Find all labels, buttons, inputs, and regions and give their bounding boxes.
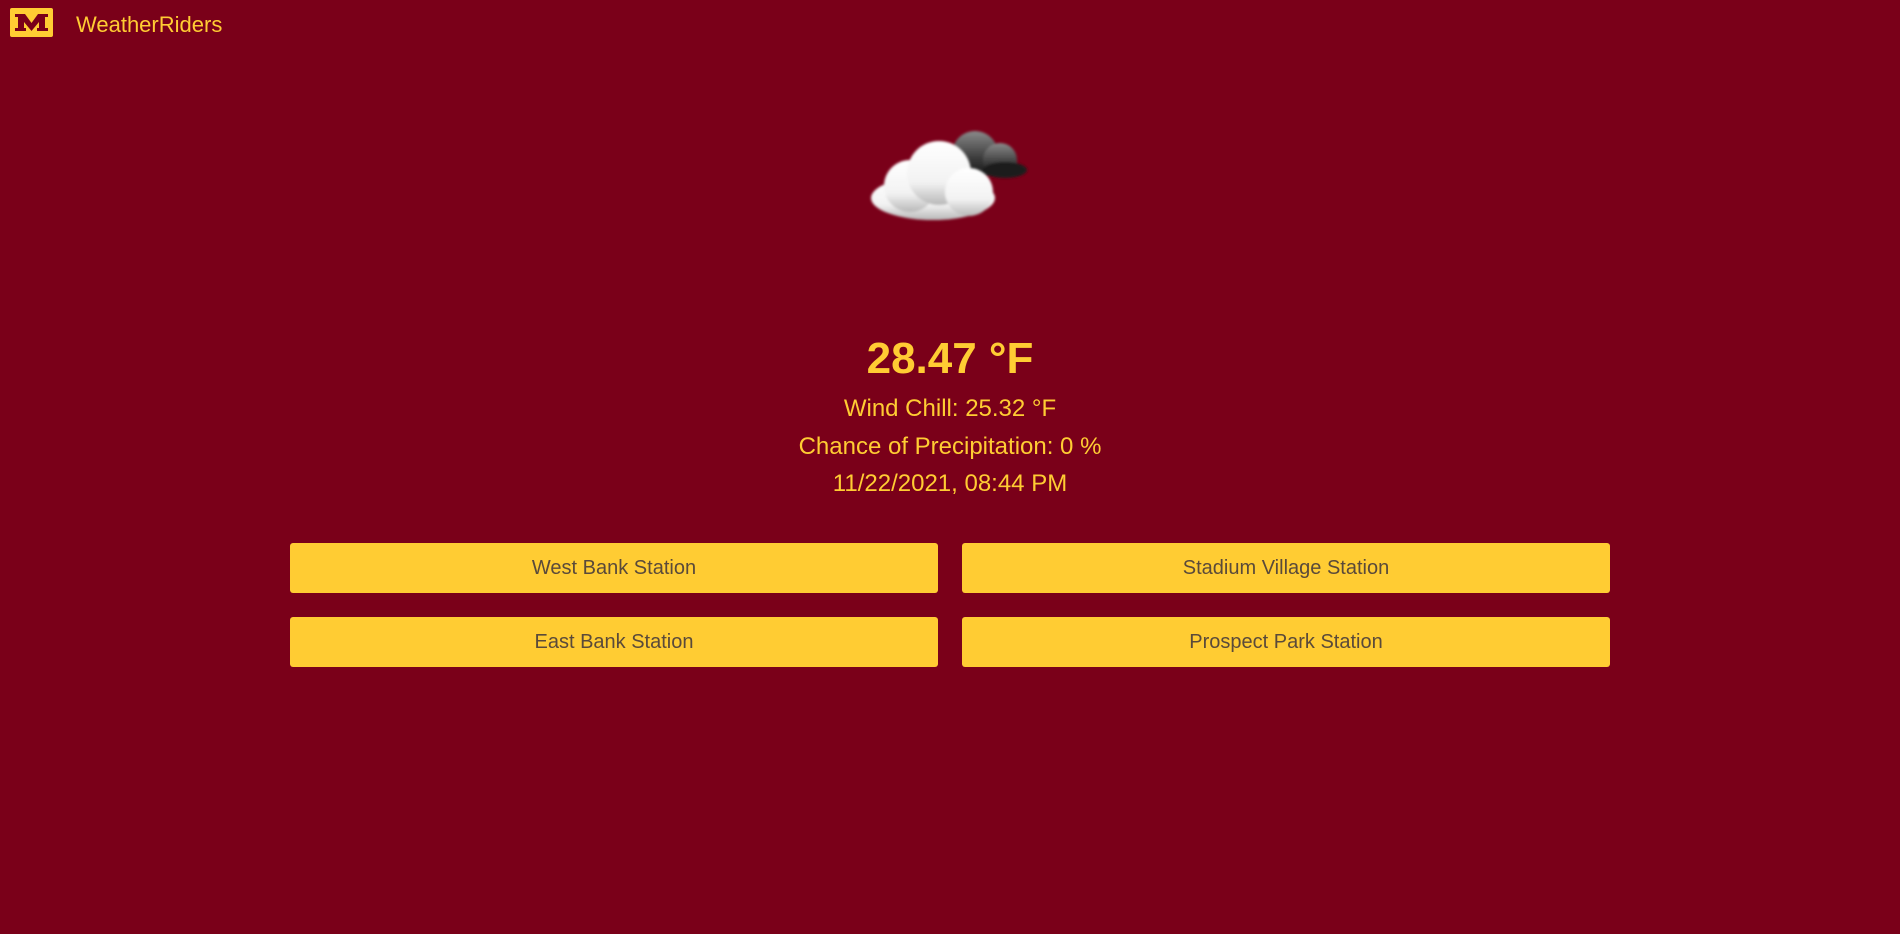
precipitation-text: Chance of Precipitation: 0 % bbox=[798, 432, 1102, 460]
west-bank-station-button[interactable]: West Bank Station bbox=[290, 543, 938, 593]
east-bank-station-button[interactable]: East Bank Station bbox=[290, 617, 938, 667]
wind-chill-text: Wind Chill: 25.32 °F bbox=[843, 395, 1057, 422]
timestamp-text: 11/22/2021, 08:44 PM bbox=[832, 470, 1068, 497]
app-title[interactable]: WeatherRiders bbox=[76, 10, 222, 40]
stadium-village-station-button[interactable]: Stadium Village Station bbox=[962, 543, 1610, 593]
prospect-park-station-button[interactable]: Prospect Park Station bbox=[962, 617, 1610, 667]
block-m-logo-icon[interactable] bbox=[10, 8, 53, 37]
station-buttons: West Bank Station Stadium Village Statio… bbox=[290, 543, 1610, 667]
weather-readings: 28.47 °F Wind Chill: 25.32 °F Chance of … bbox=[0, 328, 1900, 503]
temperature-value: 28.47 °F bbox=[866, 334, 1034, 383]
top-bar: WeatherRiders bbox=[0, 0, 1900, 50]
partly-cloudy-icon bbox=[855, 118, 1055, 238]
